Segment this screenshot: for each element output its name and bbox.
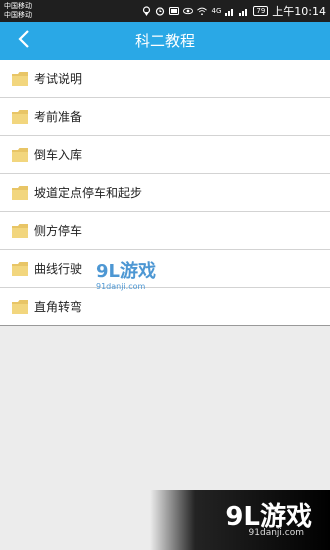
list-item-label: 倒车入库 bbox=[34, 148, 83, 162]
folder-icon bbox=[12, 71, 28, 86]
list-item[interactable]: 考试说明 bbox=[0, 60, 330, 98]
signal-icon-2 bbox=[239, 6, 249, 16]
folder-icon bbox=[12, 147, 28, 162]
list-item-label: 考前准备 bbox=[34, 110, 83, 124]
corner-watermark: 9L游戏 91danji.com bbox=[150, 490, 330, 550]
carrier-1: 中国移动 bbox=[4, 2, 32, 10]
status-bar: 中国移动 中国移动 4G 79 上午10:14 bbox=[0, 0, 330, 22]
list-item[interactable]: 考前准备 bbox=[0, 98, 330, 136]
status-icons: 4G 79 上午10:14 bbox=[141, 3, 326, 19]
list-item[interactable]: 倒车入库 bbox=[0, 136, 330, 174]
hd-icon bbox=[169, 6, 180, 16]
folder-icon bbox=[12, 299, 28, 314]
list-item[interactable]: 坡道定点停车和起步 bbox=[0, 174, 330, 212]
battery-indicator: 79 bbox=[253, 6, 269, 16]
list-item-label: 曲线行驶 bbox=[34, 262, 83, 276]
alarm-icon bbox=[155, 6, 165, 16]
watermark-brand: 9L游戏 bbox=[96, 261, 156, 282]
list-item-label: 侧方停车 bbox=[34, 224, 83, 238]
watermark-logo: 9L游戏 91danji.com bbox=[96, 262, 186, 302]
folder-icon bbox=[12, 261, 28, 276]
carrier-2: 中国移动 bbox=[4, 11, 32, 19]
watermark-site: 91danji.com bbox=[96, 282, 146, 291]
corner-watermark-site: 91danji.com bbox=[248, 528, 304, 538]
eye-icon bbox=[183, 6, 194, 16]
folder-icon bbox=[12, 223, 28, 238]
folder-icon bbox=[12, 109, 28, 124]
page-title: 科二教程 bbox=[134, 32, 195, 50]
network-type: 4G bbox=[211, 7, 222, 15]
title-bar: 科二教程 bbox=[0, 22, 330, 60]
clock: 上午10:14 bbox=[272, 5, 326, 18]
list-item-label: 直角转弯 bbox=[34, 300, 83, 314]
list-item[interactable]: 侧方停车 bbox=[0, 212, 330, 250]
carrier-labels: 中国移动 中国移动 bbox=[4, 2, 32, 20]
signal-icon-1 bbox=[225, 6, 235, 16]
location-icon bbox=[141, 6, 151, 16]
wifi-icon bbox=[197, 6, 208, 16]
list-item-label: 考试说明 bbox=[34, 72, 83, 86]
folder-icon bbox=[12, 185, 28, 200]
list-item-label: 坡道定点停车和起步 bbox=[34, 186, 143, 200]
